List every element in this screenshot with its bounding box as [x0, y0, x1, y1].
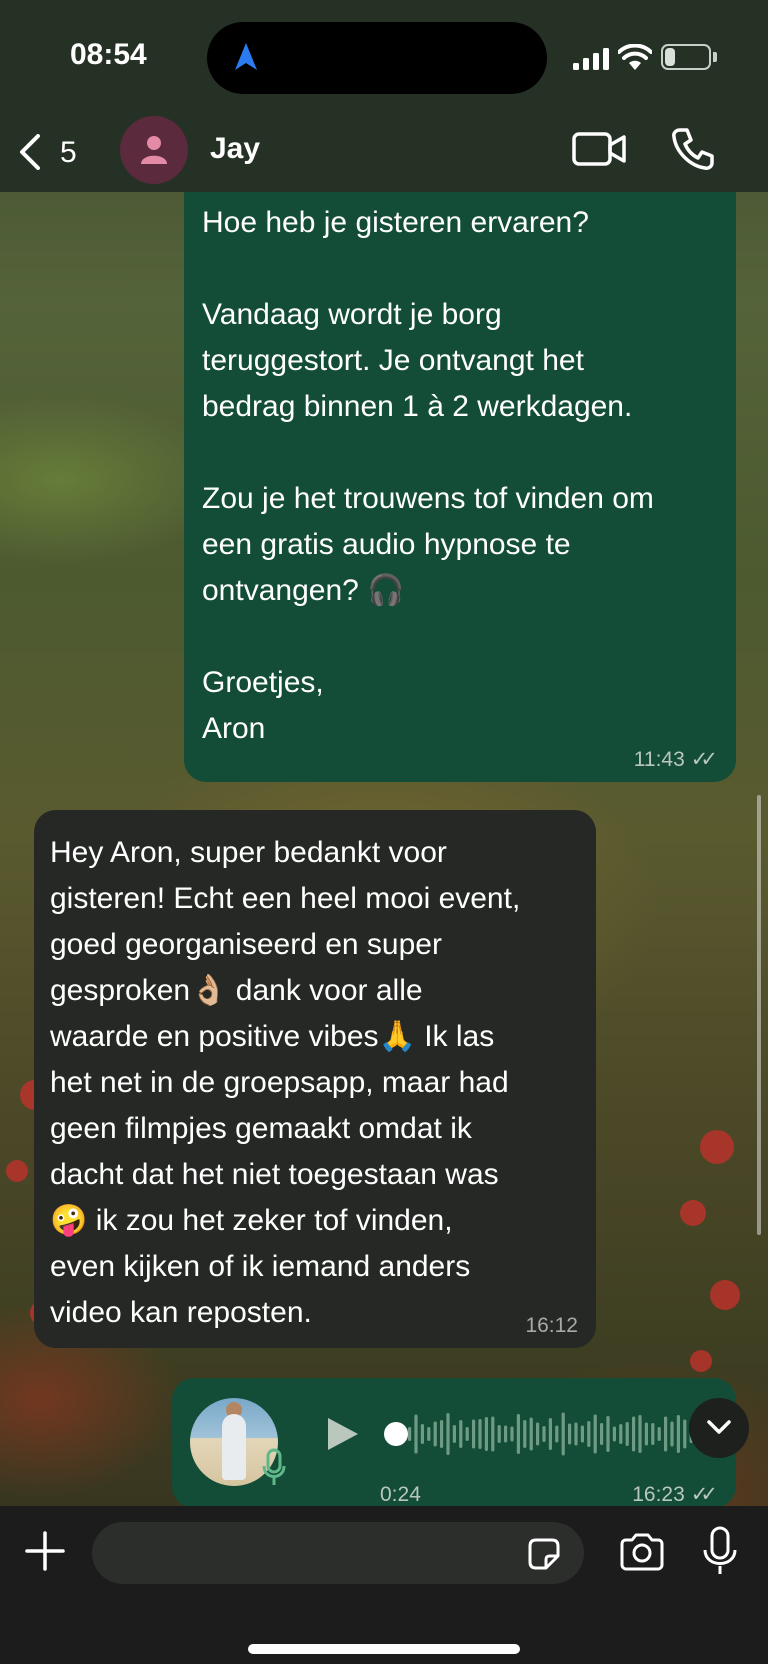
- waveform-bar: [516, 1414, 520, 1454]
- back-button[interactable]: 5: [14, 124, 84, 176]
- battery-tip: [713, 52, 717, 62]
- waveform-bar: [600, 1423, 604, 1445]
- scrollbar[interactable]: [757, 795, 761, 1235]
- waveform-bar: [529, 1417, 533, 1451]
- waveform-bar: [574, 1422, 578, 1446]
- waveform-bar: [504, 1425, 508, 1443]
- waveform-bar: [612, 1426, 616, 1442]
- waveform-bar: [414, 1414, 418, 1454]
- camera-icon[interactable]: [618, 1532, 666, 1572]
- waveform-bar: [683, 1419, 687, 1449]
- waveform-bar: [548, 1418, 552, 1450]
- waveform-bar: [619, 1424, 623, 1444]
- waveform-bar: [472, 1419, 476, 1449]
- waveform-bar: [561, 1412, 565, 1456]
- waveform-bar: [420, 1424, 424, 1444]
- waveform-bar: [491, 1416, 495, 1452]
- waveform-bar: [510, 1426, 514, 1442]
- voice-message[interactable]: 0:24 16:23 ✓✓: [172, 1378, 736, 1508]
- read-receipt-icon: ✓✓: [690, 748, 718, 771]
- waveform-bar: [664, 1416, 668, 1452]
- incoming-message[interactable]: Hey Aron, super bedankt voor gisteren! E…: [34, 810, 596, 1348]
- back-chevron-icon: [20, 134, 40, 170]
- waveform-bar: [580, 1425, 584, 1443]
- waveform-bar: [568, 1423, 572, 1445]
- waveform-bar: [452, 1425, 456, 1443]
- cellular-signal-icon: [573, 48, 609, 70]
- battery-indicator: 24: [661, 44, 711, 70]
- waveform-bar: [440, 1420, 444, 1448]
- waveform-bar: [676, 1415, 680, 1453]
- dynamic-island: [207, 22, 547, 94]
- outgoing-message-meta: 11:43 ✓✓: [634, 748, 718, 772]
- incoming-message-meta: 16:12: [525, 1314, 578, 1338]
- waveform-bar: [433, 1421, 437, 1447]
- person-icon: [141, 136, 167, 164]
- waveform-bar: [651, 1423, 655, 1445]
- contact-avatar[interactable]: [120, 116, 188, 184]
- waveform-bar: [632, 1416, 636, 1452]
- status-bar: 08:54 24: [0, 0, 768, 110]
- waveform-bar: [523, 1420, 527, 1448]
- wifi-icon: [618, 44, 652, 70]
- scroll-down-button[interactable]: [689, 1398, 749, 1458]
- message-input[interactable]: [92, 1522, 584, 1584]
- waveform-bar: [644, 1422, 648, 1446]
- outgoing-message-time: 11:43: [633, 748, 685, 771]
- video-camera-icon[interactable]: [572, 128, 628, 170]
- waveform-bar: [625, 1422, 629, 1446]
- sticker-icon[interactable]: [526, 1536, 562, 1572]
- waveform-bar: [408, 1427, 412, 1441]
- waveform-bar: [555, 1425, 559, 1443]
- battery-percentage: 24: [676, 47, 696, 66]
- waveform-bar: [587, 1421, 591, 1447]
- phone-icon[interactable]: [670, 126, 716, 172]
- waveform-bar: [484, 1417, 488, 1451]
- waveform-bar: [593, 1414, 597, 1454]
- waveform-bar: [670, 1421, 674, 1447]
- waveform-bar: [536, 1422, 540, 1446]
- home-indicator: [248, 1644, 520, 1654]
- waveform-bar: [657, 1427, 661, 1441]
- microphone-icon: [262, 1448, 286, 1485]
- play-icon[interactable]: [322, 1414, 362, 1454]
- unread-count: 5: [60, 136, 77, 169]
- navigation-arrow-icon: [235, 43, 257, 70]
- voice-seek-knob[interactable]: [384, 1422, 408, 1446]
- waveform-bar: [542, 1426, 546, 1442]
- microphone-icon[interactable]: [702, 1526, 738, 1576]
- waveform-bar: [606, 1416, 610, 1452]
- outgoing-message[interactable]: Hoe heb je gisteren ervaren? Vandaag wor…: [184, 160, 736, 782]
- avatar-body: [222, 1414, 246, 1480]
- waveform-bar: [446, 1413, 450, 1455]
- waveform-bar: [427, 1427, 431, 1441]
- waveform-bar: [478, 1419, 482, 1449]
- chat-header: 5 Jay: [0, 110, 768, 192]
- voice-waveform[interactable]: [408, 1408, 708, 1460]
- chevron-down-icon: [707, 1420, 731, 1434]
- waveform-bar: [638, 1415, 642, 1453]
- contact-name[interactable]: Jay: [210, 132, 260, 166]
- incoming-message-text: Hey Aron, super bedankt voor gisteren! E…: [50, 836, 521, 1329]
- message-composer: [0, 1506, 768, 1664]
- incoming-message-time: 16:12: [525, 1314, 578, 1337]
- plus-icon[interactable]: [24, 1530, 66, 1572]
- outgoing-message-text: Hoe heb je gisteren ervaren? Vandaag wor…: [202, 206, 654, 745]
- waveform-bar: [497, 1425, 501, 1443]
- waveform-bar: [459, 1420, 463, 1448]
- waveform-bar: [465, 1427, 469, 1441]
- status-time: 08:54: [70, 38, 147, 71]
